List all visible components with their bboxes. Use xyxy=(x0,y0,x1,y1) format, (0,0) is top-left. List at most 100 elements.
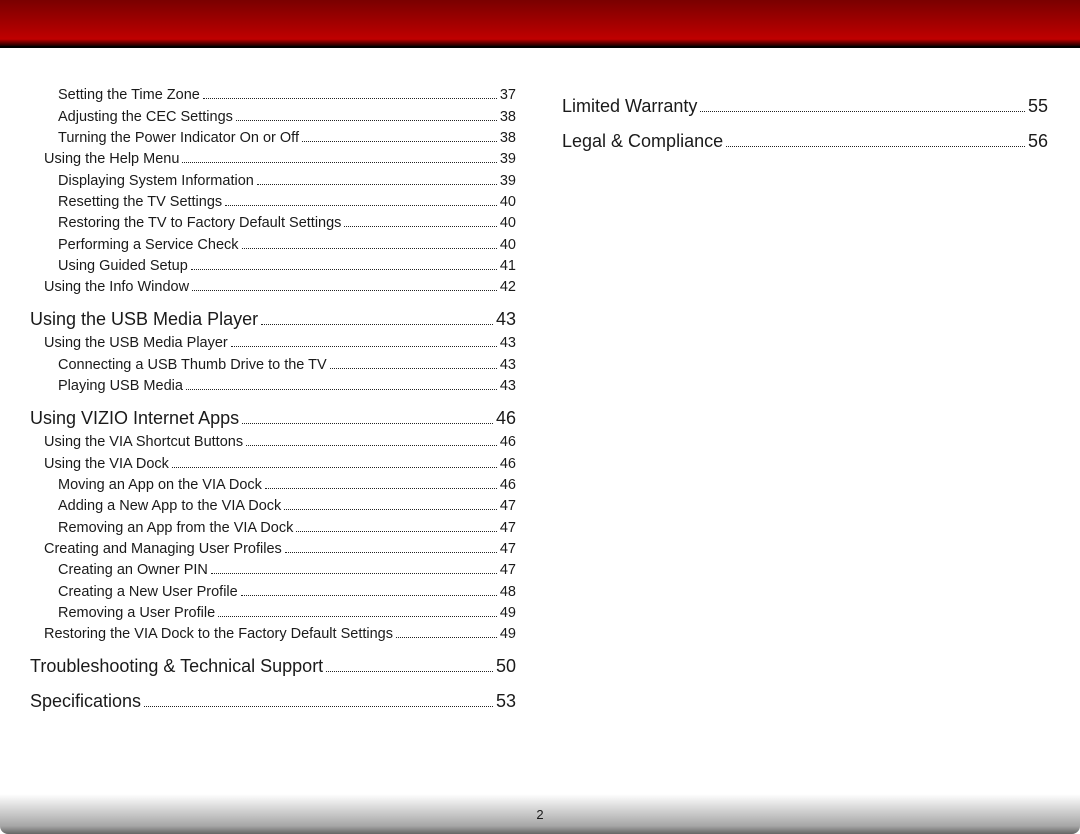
toc-leader-dots xyxy=(726,132,1025,147)
toc-leader-dots xyxy=(257,172,497,184)
toc-entry-page: 37 xyxy=(500,87,516,103)
toc-entry-page: 47 xyxy=(500,520,516,536)
toc-leader-dots xyxy=(246,434,497,446)
toc-entry[interactable]: Using the USB Media Player43 xyxy=(30,335,516,351)
toc-entry-page: 53 xyxy=(496,691,516,712)
toc-entry[interactable]: Adding a New App to the VIA Dock 47 xyxy=(30,498,516,514)
toc-entry-title: Adjusting the CEC Settings xyxy=(58,109,233,125)
toc-leader-dots xyxy=(192,279,497,291)
toc-entry[interactable]: Removing a User Profile49 xyxy=(30,605,516,621)
toc-entry[interactable]: Creating a New User Profile 48 xyxy=(30,583,516,599)
toc-entry-title: Using VIZIO Internet Apps xyxy=(30,408,239,429)
toc-entry[interactable]: Specifications 53 xyxy=(30,691,516,712)
toc-entry-page: 43 xyxy=(500,335,516,351)
toc-entry[interactable]: Creating and Managing User Profiles47 xyxy=(30,541,516,557)
toc-entry[interactable]: Using the VIA Dock 46 xyxy=(30,455,516,471)
toc-entry-page: 47 xyxy=(500,498,516,514)
toc-entry-page: 40 xyxy=(500,237,516,253)
toc-leader-dots xyxy=(265,477,497,489)
toc-leader-dots xyxy=(396,626,497,638)
toc-entry[interactable]: Playing USB Media 43 xyxy=(30,378,516,394)
toc-entry-title: Playing USB Media xyxy=(58,378,183,394)
toc-leader-dots xyxy=(236,108,497,120)
toc-entry-page: 49 xyxy=(500,626,516,642)
toc-entry-page: 47 xyxy=(500,562,516,578)
toc-leader-dots xyxy=(242,409,493,424)
toc-entry[interactable]: Using the Help Menu39 xyxy=(30,151,516,167)
toc-entry-title: Limited Warranty xyxy=(562,96,697,117)
toc-entry-page: 48 xyxy=(500,584,516,600)
toc-leader-dots xyxy=(344,215,496,227)
toc-entry[interactable]: Using Guided Setup41 xyxy=(30,258,516,274)
toc-leader-dots xyxy=(284,498,497,510)
toc-column-left: Setting the Time Zone 37 Adjusting the CEC… xyxy=(30,82,516,714)
toc-entry-page: 46 xyxy=(500,456,516,472)
toc-entry[interactable]: Troubleshooting & Technical Support 50 xyxy=(30,656,516,677)
toc-entry[interactable]: Removing an App from the VIA Dock 47 xyxy=(30,519,516,535)
toc-entry[interactable]: Using the USB Media Player43 xyxy=(30,309,516,330)
toc-leader-dots xyxy=(191,258,497,270)
toc-entry-title: Restoring the TV to Factory Default Sett… xyxy=(58,215,341,231)
toc-entry[interactable]: Restoring the VIA Dock to the Factory De… xyxy=(30,626,516,642)
toc-entry-title: Creating a New User Profile xyxy=(58,584,238,600)
toc-leader-dots xyxy=(242,236,497,248)
toc-leader-dots xyxy=(144,692,493,707)
toc-entry-title: Using the Info Window xyxy=(44,279,189,295)
toc-entry[interactable]: Displaying System Information 39 xyxy=(30,172,516,188)
toc-leader-dots xyxy=(285,541,497,553)
toc-entry-title: Using Guided Setup xyxy=(58,258,188,274)
toc-entry-title: Using the VIA Shortcut Buttons xyxy=(44,434,243,450)
toc-leader-dots xyxy=(186,378,497,390)
toc-entry[interactable]: Setting the Time Zone 37 xyxy=(30,87,516,103)
toc-entry-title: Specifications xyxy=(30,691,141,712)
toc-entry-page: 46 xyxy=(500,434,516,450)
toc-entry[interactable]: Resetting the TV Settings 40 xyxy=(30,194,516,210)
toc-leader-dots xyxy=(218,605,497,617)
toc-entry[interactable]: Connecting a USB Thumb Drive to the TV43 xyxy=(30,356,516,372)
header-bar xyxy=(0,0,1080,48)
toc-entry-title: Setting the Time Zone xyxy=(58,87,200,103)
toc-entry[interactable]: Moving an App on the VIA Dock46 xyxy=(30,477,516,493)
toc-entry-page: 40 xyxy=(500,215,516,231)
toc-entry-title: Legal & Compliance xyxy=(562,131,723,152)
toc-leader-dots xyxy=(326,657,493,672)
toc-entry-page: 56 xyxy=(1028,131,1048,152)
toc-entry[interactable]: Creating an Owner PIN47 xyxy=(30,562,516,578)
toc-entry[interactable]: Limited Warranty55 xyxy=(562,96,1048,117)
page-number: 2 xyxy=(0,807,1080,822)
toc-entry[interactable]: Using the VIA Shortcut Buttons 46 xyxy=(30,434,516,450)
toc-entry-page: 50 xyxy=(496,656,516,677)
page-body: Setting the Time Zone 37 Adjusting the CEC… xyxy=(0,48,1080,834)
toc-entry-title: Performing a Service Check xyxy=(58,237,239,253)
toc-entry[interactable]: Restoring the TV to Factory Default Sett… xyxy=(30,215,516,231)
toc-entry-page: 43 xyxy=(500,357,516,373)
toc-entry-page: 38 xyxy=(500,109,516,125)
toc-leader-dots xyxy=(296,519,497,531)
toc-entry-page: 42 xyxy=(500,279,516,295)
toc-entry-title: Removing a User Profile xyxy=(58,605,215,621)
toc-entry-title: Turning the Power Indicator On or Off xyxy=(58,130,299,146)
toc-entry-page: 38 xyxy=(500,130,516,146)
toc-entry-page: 39 xyxy=(500,173,516,189)
toc-columns: Setting the Time Zone 37 Adjusting the CEC… xyxy=(30,82,1050,714)
toc-leader-dots xyxy=(330,356,497,368)
toc-leader-dots xyxy=(225,194,497,206)
toc-entry-title: Resetting the TV Settings xyxy=(58,194,222,210)
toc-entry-page: 39 xyxy=(500,151,516,167)
toc-entry[interactable]: Performing a Service Check 40 xyxy=(30,236,516,252)
toc-entry-title: Using the VIA Dock xyxy=(44,456,169,472)
toc-entry[interactable]: Adjusting the CEC Settings 38 xyxy=(30,108,516,124)
toc-entry[interactable]: Using VIZIO Internet Apps46 xyxy=(30,408,516,429)
toc-entry-page: 43 xyxy=(500,378,516,394)
toc-entry-page: 43 xyxy=(496,309,516,330)
toc-entry-page: 46 xyxy=(500,477,516,493)
toc-entry-title: Troubleshooting & Technical Support xyxy=(30,656,323,677)
toc-entry-title: Displaying System Information xyxy=(58,173,254,189)
toc-leader-dots xyxy=(182,151,496,163)
toc-entry-title: Adding a New App to the VIA Dock xyxy=(58,498,281,514)
toc-entry[interactable]: Legal & Compliance 56 xyxy=(562,131,1048,152)
toc-entry-page: 40 xyxy=(500,194,516,210)
toc-entry-title: Removing an App from the VIA Dock xyxy=(58,520,293,536)
toc-entry[interactable]: Using the Info Window 42 xyxy=(30,279,516,295)
toc-entry[interactable]: Turning the Power Indicator On or Off 38 xyxy=(30,130,516,146)
